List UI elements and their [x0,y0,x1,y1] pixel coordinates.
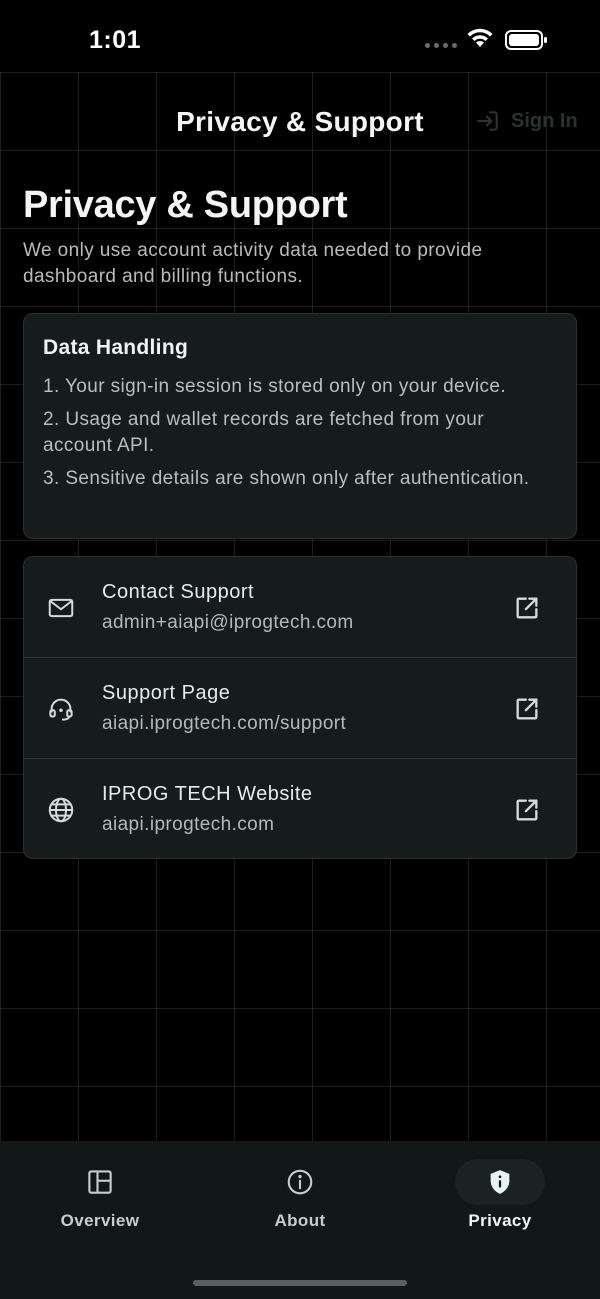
link-subtitle: aiapi.iprogtech.com/support [102,713,347,734]
page-description: We only use account activity data needed… [23,240,483,287]
navigation-bar: Privacy & Support Sign In [0,72,600,172]
tab-label: Privacy [468,1211,532,1230]
data-handling-item: 1. Your sign-in session is stored only o… [43,376,507,397]
support-links-card: Contact Support admin+aiapi@iprogtech.co… [23,556,577,859]
link-subtitle: aiapi.iprogtech.com [102,814,275,835]
data-handling-heading: Data Handling [43,336,189,359]
link-subtitle: admin+aiapi@iprogtech.com [102,612,354,633]
dashboard-icon [88,1170,112,1194]
wifi-icon [467,28,493,47]
status-bar: 1:01 [0,0,600,72]
tab-label: Overview [60,1211,140,1230]
support-page-link[interactable]: Support Page aiapi.iprogtech.com/support [24,658,576,759]
info-icon [287,1169,313,1195]
link-title: Contact Support [102,581,255,603]
tab-bar: Overview About Privacy [0,1141,600,1299]
sign-in-button[interactable]: Sign In [475,108,578,134]
data-handling-card: Data Handling 1. Your sign-in session is… [23,313,577,539]
tab-privacy[interactable]: Privacy [400,1141,600,1251]
shield-icon [490,1170,510,1194]
tab-overview[interactable]: Overview [0,1141,200,1251]
website-link[interactable]: IPROG TECH Website aiapi.iprogtech.com [24,759,576,860]
sign-in-icon [477,111,498,131]
open-external-icon [516,799,538,821]
data-handling-item: 2. Usage and wallet records are fetched … [43,409,484,456]
link-title: IPROG TECH Website [102,783,313,805]
app-screen: 1:01 Privacy & Support Sign In Privacy & [0,0,600,1299]
tab-about[interactable]: About [200,1141,400,1251]
battery-icon [505,30,547,50]
tab-label: About [274,1211,326,1230]
open-external-icon [516,698,538,720]
cellular-signal-icon [425,43,457,48]
globe-icon [48,797,74,823]
link-title: Support Page [102,682,231,704]
status-time: 1:01 [89,26,142,54]
home-indicator [193,1280,407,1286]
data-handling-item: 3. Sensitive details are shown only afte… [43,468,530,489]
sign-in-label: Sign In [511,109,578,132]
mail-icon [48,598,74,618]
page-title: Privacy & Support [23,184,348,226]
headset-icon [49,698,73,721]
open-external-icon [516,597,538,619]
contact-support-link[interactable]: Contact Support admin+aiapi@iprogtech.co… [24,557,576,658]
